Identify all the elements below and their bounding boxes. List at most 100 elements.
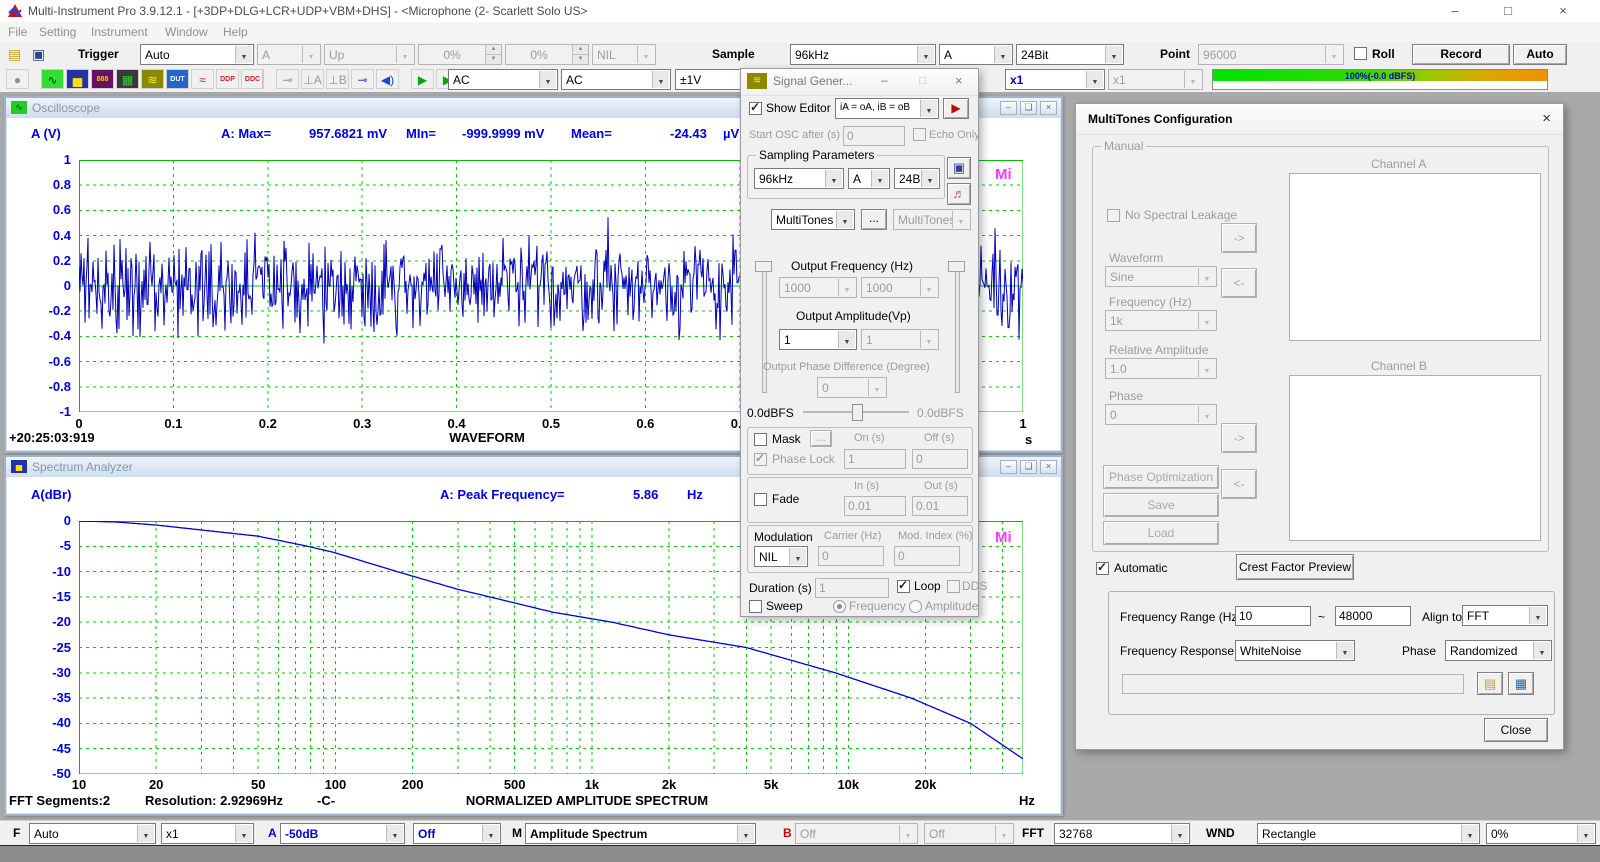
window-close-icon[interactable]: × [1040,460,1057,474]
zoom-select[interactable]: x1 [161,823,254,844]
gen-quality-button[interactable]: ♬ [947,183,971,205]
menu-file[interactable]: File [8,25,27,39]
probe-a-select[interactable]: x1 [1005,69,1105,90]
open-icon[interactable]: ▤ [8,46,21,63]
spec-compensation: -C- [317,793,335,808]
modulation-mode-select[interactable]: NIL [754,546,808,567]
coupling-a-select[interactable]: AC [448,69,558,90]
derived-data-point-icon[interactable]: ≈ [191,69,214,89]
remove-from-a-button: <- [1221,268,1257,298]
gen-channel-select[interactable]: A [848,168,890,189]
record-indicator-icon[interactable]: ● [6,69,29,89]
tick-label: 20 [136,777,176,792]
sweep-checkbox[interactable] [749,600,762,613]
echo-only-label: Echo Only [929,129,980,141]
hpf-a-select[interactable]: Off [413,823,501,844]
automatic-checkbox[interactable] [1096,562,1109,575]
fade-checkbox[interactable] [754,493,767,506]
multitones-titlebar[interactable]: MultiTones Configuration × [1076,104,1563,135]
osc-max-value: 957.6821 mV [309,126,387,141]
window-function-select[interactable]: Rectangle [1257,823,1480,844]
close-button[interactable]: Close [1484,718,1548,742]
window-restore-icon[interactable]: ❏ [1020,101,1037,115]
menu-window[interactable]: Window [165,25,208,39]
fade-label: Fade [772,492,799,506]
probe-calibration-icon[interactable]: ⊸ [351,69,374,89]
roll-checkbox[interactable] [1354,47,1367,60]
ddp-viewer-icon[interactable]: DDP [216,69,239,89]
tick-label: -0.4 [49,328,71,343]
mask-checkbox[interactable] [754,433,767,446]
loop-checkbox[interactable] [897,580,910,593]
record-button[interactable]: Record [1412,44,1510,65]
bit-depth-select[interactable]: 24Bit [1016,44,1124,65]
gen-sample-rate-select[interactable]: 96kHz [754,168,844,189]
tick-label: 1 [1003,416,1043,431]
signal-generator-icon[interactable]: ≋ [141,69,164,89]
sweep-mode-select[interactable]: Auto [29,823,156,844]
window-close-icon[interactable]: × [1040,101,1057,115]
spectrum-analyzer-icon[interactable]: ▅ [66,69,89,89]
run-icon[interactable]: ▶ [411,69,434,89]
sound-device-icon[interactable]: ◀) [376,69,399,89]
save-icon[interactable]: ▣ [32,46,45,63]
signal-generator-titlebar[interactable]: ≋ Signal Gener... – □ × [741,69,978,96]
routing-select[interactable]: iA = oA, iB = oB [835,98,939,119]
phase-mode-label: Phase [1402,644,1436,658]
menu-help[interactable]: Help [223,25,248,39]
show-editor-checkbox[interactable] [749,102,762,115]
align-to-select[interactable]: FFT [1462,605,1548,626]
close-icon[interactable]: × [1540,0,1586,22]
range-a-select[interactable]: -50dB [280,823,405,844]
spectrum-3d-plot-icon[interactable]: ▦ [116,69,139,89]
trigger-marker-b-icon[interactable]: ⊥B [326,69,349,89]
generator-run-button[interactable]: ▶ [943,98,969,119]
device-test-plan-icon[interactable]: DUT [166,69,189,89]
view-mode-select[interactable]: Amplitude Spectrum [525,823,756,844]
gen-save-button[interactable]: ▣ [947,157,971,179]
trigger-marker-a-icon[interactable]: ⊥A [301,69,324,89]
minimize-icon[interactable]: – [881,73,888,87]
window-restore-icon[interactable]: ❏ [1020,460,1037,474]
auto-button[interactable]: Auto [1513,44,1567,65]
close-icon[interactable]: × [955,73,963,88]
overlap-select[interactable]: 0% [1486,823,1596,844]
gen-bit-depth-select[interactable]: 24Bit [894,168,940,189]
waveform-a-select[interactable]: MultiTones [771,209,855,230]
multimeter-icon[interactable]: 888 [91,69,114,89]
menu-instrument[interactable]: Instrument [91,25,148,39]
amplitude-slider-a[interactable] [753,257,773,401]
amplitude-a-select[interactable]: 1 [779,329,857,350]
window-minimize-icon[interactable]: – [1000,460,1017,474]
grid-view-button[interactable]: ▦ [1508,672,1534,695]
fft-size-select[interactable]: 32768 [1054,823,1190,844]
trigger-mode-select[interactable]: Auto [140,44,254,65]
sweep-amplitude-radio [909,600,922,613]
tick-label: 20k [906,777,946,792]
sample-channel-select[interactable]: A [939,44,1013,65]
window-minimize-icon[interactable]: – [1000,101,1017,115]
browse-folder-button[interactable]: ▤ [1477,672,1503,695]
sound-probe-icon[interactable]: ⊸ [276,69,299,89]
oscilloscope-icon[interactable]: ∿ [41,69,64,89]
frequency-min-input[interactable]: 10 [1235,606,1311,626]
balance-slider[interactable] [803,403,909,421]
tick-label: -10 [52,564,71,579]
menu-setting[interactable]: Setting [39,25,76,39]
output-phase-label: Output Phase Difference (Degree) [763,361,930,373]
crest-factor-preview-button[interactable]: Crest Factor Preview [1236,554,1354,580]
multitones-dialog: MultiTones Configuration × Manual Channe… [1075,103,1564,750]
tick-label: 200 [393,777,433,792]
spectrum-window-icon: ▅ [11,460,27,473]
frequency-max-input[interactable]: 48000 [1335,606,1411,626]
frequency-response-label: Frequency Response [1120,644,1234,658]
coupling-b-select[interactable]: AC [561,69,671,90]
maximize-icon[interactable]: □ [1485,0,1531,22]
minimize-icon[interactable]: – [1432,0,1478,22]
sample-rate-select[interactable]: 96kHz [790,44,936,65]
close-icon[interactable]: × [1542,110,1551,127]
frequency-response-select[interactable]: WhiteNoise [1235,640,1355,661]
ddc-icon[interactable]: DDC [241,69,264,89]
phase-mode-select[interactable]: Randomized [1445,640,1552,661]
waveform-config-button[interactable]: ... [861,209,887,230]
